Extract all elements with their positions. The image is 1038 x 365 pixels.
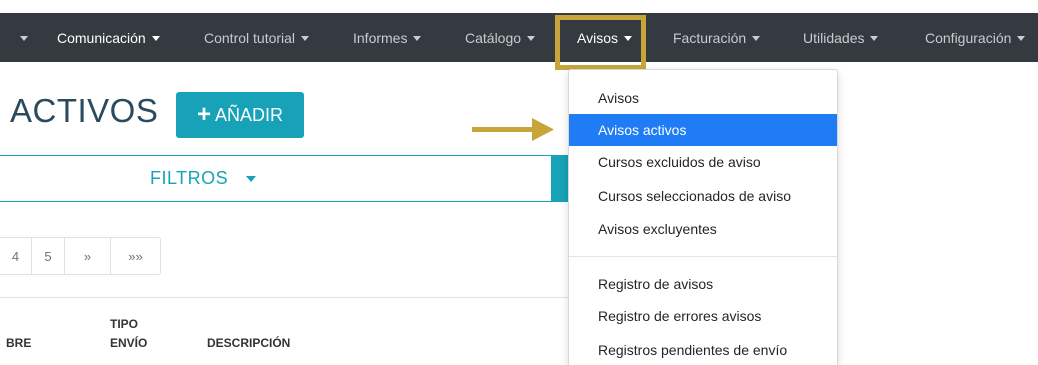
top-strip <box>0 0 1038 13</box>
menu-item-avisos-activos[interactable]: Avisos activos <box>569 114 837 146</box>
nav-item-label: Facturación <box>673 29 747 46</box>
avisos-dropdown-menu: Avisos Avisos activos Cursos excluidos d… <box>568 69 838 365</box>
menu-item-cursos-excluidos[interactable]: Cursos excluidos de aviso <box>569 146 837 178</box>
menu-item-registros-pendientes[interactable]: Registros pendientes de envío <box>569 334 837 365</box>
nav-item-label: Informes <box>353 29 408 46</box>
page-link-5[interactable]: 5 <box>31 238 64 274</box>
page-link-last[interactable]: »» <box>110 238 160 274</box>
highlight-box <box>555 15 646 70</box>
page-link-4[interactable]: 4 <box>0 238 31 274</box>
table-header-tipo-line1: TIPO <box>110 317 139 331</box>
nav-item-overflow[interactable] <box>14 13 28 62</box>
caret-down-icon <box>413 35 422 41</box>
arrow-right-icon <box>472 118 554 141</box>
nav-item-informes[interactable]: Informes <box>353 13 422 62</box>
pagination: 4 5 » »» <box>0 237 161 275</box>
nav-item-facturacion[interactable]: Facturación <box>673 13 761 62</box>
plus-icon: + <box>196 101 211 128</box>
nav-item-label: Control tutorial <box>204 29 296 46</box>
add-button[interactable]: + AÑADIR <box>176 92 304 138</box>
menu-divider <box>569 256 837 257</box>
nav-item-label: Catálogo <box>465 29 522 46</box>
nav-item-control-tutorial[interactable]: Control tutorial <box>204 13 310 62</box>
nav-item-catalogo[interactable]: Catálogo <box>465 13 536 62</box>
page-link-next[interactable]: » <box>64 238 110 274</box>
menu-item-avisos-excluyentes[interactable]: Avisos excluyentes <box>569 213 837 245</box>
table-header-descripcion[interactable]: DESCRIPCIÓN <box>207 334 290 353</box>
filters-toggle[interactable]: FILTROS <box>0 155 552 202</box>
caret-down-icon <box>246 175 257 182</box>
menu-item-avisos[interactable]: Avisos <box>569 82 837 114</box>
filters-label: FILTROS <box>150 168 229 188</box>
menu-item-registro-avisos[interactable]: Registro de avisos <box>569 268 837 300</box>
caret-down-icon <box>527 35 536 41</box>
table-header-tipo-line2: ENVÍO <box>110 336 148 350</box>
caret-down-icon <box>151 35 160 41</box>
nav-item-comunicacion[interactable]: Comunicación <box>57 13 160 62</box>
top-navbar: Comunicación Control tutorial Informes C… <box>0 13 1038 62</box>
table-header-tipo[interactable]: TIPO ENVÍO <box>110 315 147 353</box>
page-title: ACTIVOS <box>10 92 159 129</box>
caret-down-icon <box>1017 35 1026 41</box>
menu-item-registro-errores[interactable]: Registro de errores avisos <box>569 300 837 332</box>
nav-item-utilidades[interactable]: Utilidades <box>803 13 879 62</box>
add-button-label: AÑADIR <box>215 104 284 125</box>
nav-item-label: Utilidades <box>803 29 865 46</box>
table-header-nombre[interactable]: BRE <box>6 334 31 353</box>
caret-down-icon <box>20 35 28 41</box>
nav-item-label: Comunicación <box>57 29 146 46</box>
menu-item-cursos-seleccionados[interactable]: Cursos seleccionados de aviso <box>569 180 837 212</box>
divider <box>0 297 568 298</box>
caret-down-icon <box>752 35 761 41</box>
caret-down-icon <box>870 35 879 41</box>
nav-item-configuracion[interactable]: Configuración <box>925 13 1026 62</box>
nav-item-label: Configuración <box>925 29 1012 46</box>
caret-down-icon <box>301 35 310 41</box>
